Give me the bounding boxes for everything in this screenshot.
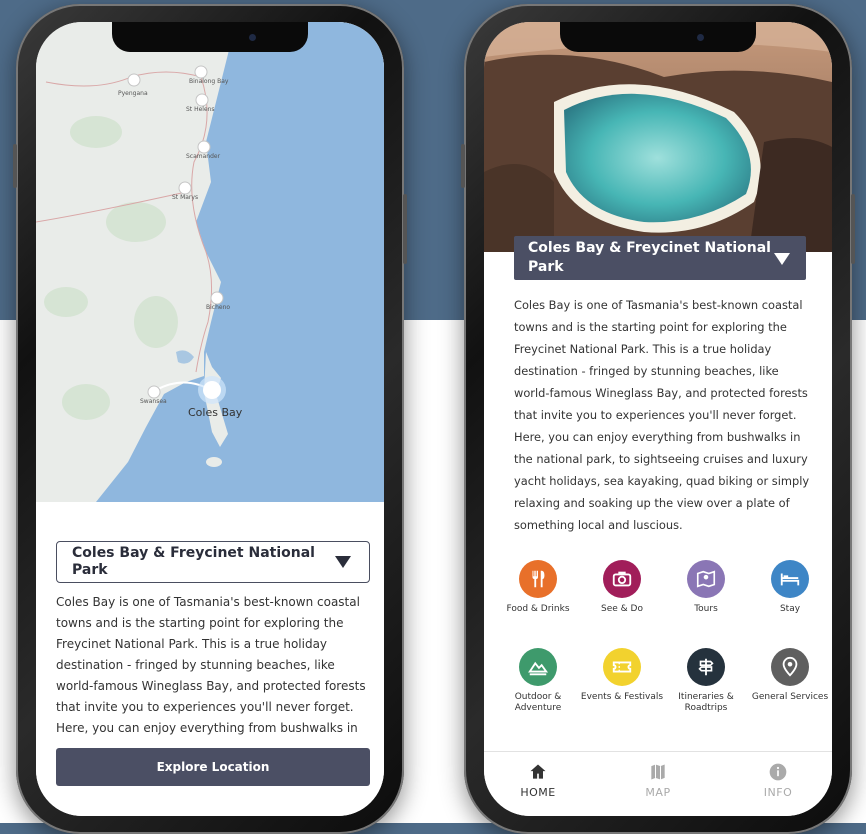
category-label: See & Do: [601, 604, 643, 614]
volume-button: [461, 144, 465, 188]
info-icon: [738, 762, 818, 782]
explore-location-button[interactable]: Explore Location: [56, 748, 370, 786]
nav-label: MAP: [645, 786, 671, 799]
location-description: Coles Bay is one of Tasmania's best-know…: [514, 298, 810, 532]
location-dropdown[interactable]: Coles Bay & Freycinet National Park: [56, 541, 370, 583]
category-itineraries-roadtrips[interactable]: Itineraries & Roadtrips: [664, 648, 748, 714]
category-label: Events & Festivals: [580, 692, 664, 702]
map-pin-icon: [687, 560, 725, 598]
phone-frame-left: Pyengana Binalong Bay St Helens Scamande…: [13, 4, 407, 834]
map-highlight-label: Coles Bay: [188, 406, 243, 419]
location-title-dropdown[interactable]: Coles Bay & Freycinet National Park: [514, 236, 806, 280]
map-town-label: Scamander: [186, 153, 221, 160]
screen-right: Coles Bay & Freycinet National Park Cole…: [484, 22, 832, 816]
ticket-icon: [603, 648, 641, 686]
dropdown-arrow-icon: [774, 253, 790, 265]
location-dropdown-label: Coles Bay & Freycinet National Park: [72, 545, 315, 578]
camera-icon: [603, 560, 641, 598]
home-icon: [498, 762, 578, 782]
map-graphic: [36, 22, 384, 502]
notch: [560, 22, 756, 52]
nav-map[interactable]: MAP: [618, 762, 698, 799]
category-label: Itineraries & Roadtrips: [678, 692, 734, 713]
category-label: Outdoor & Adventure: [514, 692, 562, 713]
map-icon: [618, 762, 698, 782]
phone-frame-right: Coles Bay & Freycinet National Park Cole…: [461, 4, 855, 834]
screen-left: Pyengana Binalong Bay St Helens Scamande…: [36, 22, 384, 816]
category-label: Food & Drinks: [506, 604, 570, 614]
map-town-label: St Helens: [186, 106, 215, 113]
volume-button: [13, 144, 17, 188]
notch: [112, 22, 308, 52]
bottom-nav: HOME MAP INFO: [484, 751, 832, 816]
category-general-services[interactable]: General Services: [748, 648, 832, 703]
category-label: Stay: [779, 604, 801, 614]
category-food-drinks[interactable]: Food & Drinks: [496, 560, 580, 615]
location-panel: Coles Bay & Freycinet National Park Cole…: [36, 502, 384, 816]
dropdown-arrow-icon: [335, 556, 351, 568]
hero-image: [484, 22, 832, 252]
hero-photo: [484, 22, 832, 252]
location-title: Coles Bay & Freycinet National Park: [528, 240, 771, 275]
nav-label: INFO: [763, 786, 793, 799]
fork-knife-icon: [519, 560, 557, 598]
map-town-label: Pyengana: [118, 90, 148, 97]
power-button: [403, 194, 407, 264]
category-tours[interactable]: Tours: [664, 560, 748, 615]
mountain-icon: [519, 648, 557, 686]
nav-info[interactable]: INFO: [738, 762, 818, 799]
map-town-label: Swansea: [140, 398, 167, 405]
category-events-festivals[interactable]: Events & Festivals: [580, 648, 664, 703]
nav-label: HOME: [520, 786, 556, 799]
category-label: General Services: [751, 692, 829, 702]
map-view[interactable]: Pyengana Binalong Bay St Helens Scamande…: [36, 22, 384, 502]
map-town-label: Bicheno: [206, 304, 231, 311]
category-stay[interactable]: Stay: [748, 560, 832, 615]
location-description: Coles Bay is one of Tasmania's best-know…: [56, 595, 366, 735]
category-label: Tours: [694, 604, 718, 614]
power-button: [851, 194, 855, 264]
map-town-label: Binalong Bay: [189, 78, 229, 85]
category-grid: Food & Drinks See & Do Tours Stay Outdoo…: [496, 560, 832, 730]
map-town-label: St Marys: [172, 194, 199, 201]
category-see-do[interactable]: See & Do: [580, 560, 664, 615]
location-icon: [771, 648, 809, 686]
nav-home[interactable]: HOME: [498, 762, 578, 799]
bed-icon: [771, 560, 809, 598]
category-outdoor-adventure[interactable]: Outdoor & Adventure: [496, 648, 580, 714]
signpost-icon: [687, 648, 725, 686]
